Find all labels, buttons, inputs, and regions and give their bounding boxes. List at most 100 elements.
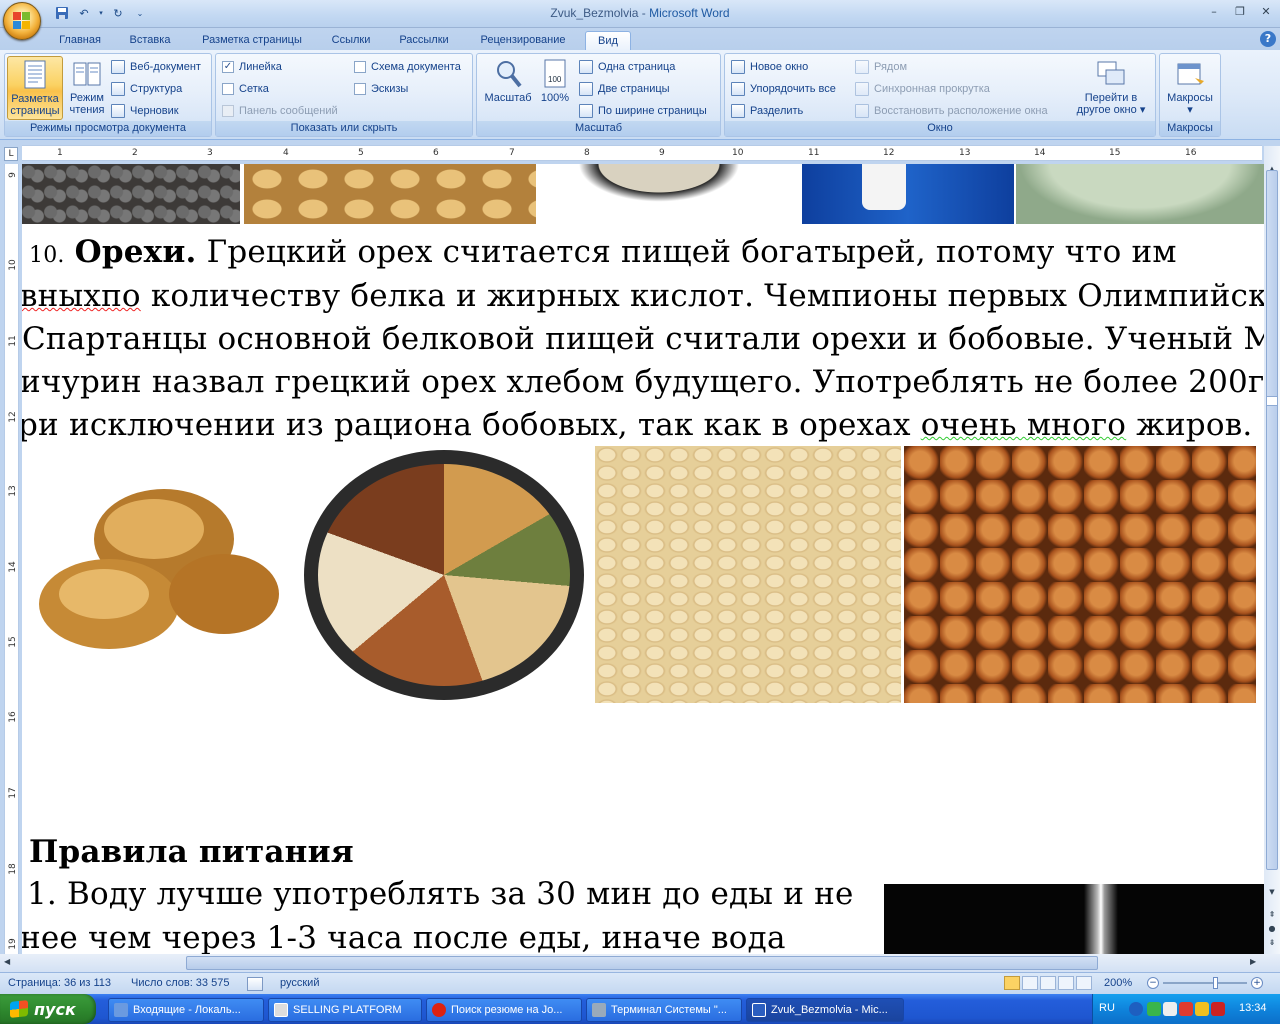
web-view-icon[interactable]	[1040, 976, 1056, 990]
app-name: Microsoft Word	[649, 6, 730, 20]
zoom-out-icon[interactable]: −	[1147, 977, 1159, 989]
macros-button[interactable]: Макросы ▾	[1162, 56, 1218, 120]
draft-view-icon[interactable]	[1076, 976, 1092, 990]
close-icon[interactable]: ✕	[1254, 2, 1278, 20]
tab-view[interactable]: Вид	[585, 31, 631, 50]
tab-review[interactable]: Рецензирование	[468, 31, 578, 50]
browse-object-icon[interactable]: ●	[1266, 924, 1278, 934]
office-logo-icon	[13, 12, 31, 30]
vertical-ruler[interactable]: 9 10 11 12 13 14 15 16 17 18 19	[4, 164, 19, 954]
word-count[interactable]: Число слов: 33 575	[131, 977, 229, 989]
tray-flag-icon[interactable]	[1195, 1002, 1209, 1016]
horizontal-ruler[interactable]: 1 2 3 4 5 6 7 8 9 10 11 12 13 14 15 16	[22, 145, 1262, 161]
reset-position-icon	[855, 104, 869, 118]
page-width-button[interactable]: По ширине страницы	[579, 102, 707, 120]
zoom-level[interactable]: 200%	[1104, 977, 1132, 989]
outline-button[interactable]: Структура	[111, 80, 182, 98]
clock: 13:34	[1239, 1002, 1267, 1014]
list-number: 10.	[29, 243, 65, 268]
image-bowl	[1016, 164, 1264, 224]
tray-arrow-icon[interactable]	[1129, 1002, 1143, 1016]
start-button[interactable]: пуск	[0, 994, 96, 1024]
proofing-icon[interactable]	[247, 977, 263, 991]
task-word[interactable]: Zvuk_Bezmolvia - Mic...	[746, 998, 904, 1022]
zoom-in-icon[interactable]: +	[1251, 977, 1263, 989]
tray-antivirus-icon[interactable]	[1179, 1002, 1193, 1016]
outline-label: Структура	[130, 83, 183, 95]
task-terminal[interactable]: Терминал Системы "...	[586, 998, 742, 1022]
thumbnails-checkbox[interactable]: Эскизы	[354, 80, 408, 98]
message-bar-box	[222, 105, 234, 117]
reading-mode-button[interactable]: Режим чтения	[65, 56, 109, 120]
page-width-label: По ширине страницы	[598, 105, 707, 117]
one-page-button[interactable]: Одна страница	[579, 58, 675, 76]
page-count[interactable]: Страница: 36 из 113	[8, 977, 111, 989]
help-icon[interactable]: ?	[1260, 31, 1276, 47]
previous-page-icon[interactable]: ⇞	[1266, 910, 1278, 920]
text-line: ичурин назвал грецкий орех хлебом будуще…	[22, 364, 1264, 400]
zoom-button[interactable]: Масштаб	[481, 56, 535, 120]
doc-map-checkbox[interactable]: Схема документа	[354, 58, 461, 76]
tab-references[interactable]: Ссылки	[322, 31, 380, 50]
tray-network-icon[interactable]	[1147, 1002, 1161, 1016]
minimize-icon[interactable]: –	[1202, 2, 1226, 20]
tab-insert[interactable]: Вставка	[120, 31, 180, 50]
grid-checkbox[interactable]: Сетка	[222, 80, 269, 98]
language[interactable]: русский	[280, 977, 319, 989]
para-nuts-line5: ри исключении из рациона бобовых, так ка…	[22, 407, 1252, 443]
grid-box	[222, 83, 234, 95]
tab-page-layout[interactable]: Разметка страницы	[190, 31, 314, 50]
zoom-thumb[interactable]	[1213, 977, 1218, 989]
document-page[interactable]: 10. Орехи. Грецкий орех считается пищей …	[22, 164, 1264, 954]
one-page-icon	[579, 60, 593, 74]
sync-scroll-icon	[855, 82, 869, 96]
task-opera[interactable]: Поиск резюме на Jo...	[426, 998, 582, 1022]
reading-mode-icon	[72, 58, 102, 90]
doc-map-box	[354, 61, 366, 73]
tab-mailings[interactable]: Рассылки	[390, 31, 458, 50]
zoom-slider[interactable]: − +	[1147, 976, 1265, 990]
full-screen-view-icon[interactable]	[1022, 976, 1038, 990]
horizontal-scroll-thumb[interactable]	[186, 956, 1098, 970]
draft-button[interactable]: Черновик	[111, 102, 179, 120]
tray-pdf-icon[interactable]	[1211, 1002, 1225, 1016]
input-language[interactable]: RU	[1099, 1002, 1115, 1014]
tab-home[interactable]: Главная	[50, 31, 110, 50]
web-layout-button[interactable]: Веб-документ	[111, 58, 201, 76]
zoom-100-button[interactable]: 100 100%	[537, 56, 573, 120]
ruler-checkbox[interactable]: ✓ Линейка	[222, 58, 282, 76]
arrange-all-icon	[731, 82, 745, 96]
opera-icon	[432, 1003, 446, 1017]
split-button[interactable]: Разделить	[731, 102, 803, 120]
sync-scroll-button: Синхронная прокрутка	[855, 80, 990, 98]
vruler-num: 19	[8, 938, 18, 950]
vruler-num: 18	[8, 863, 18, 875]
thumbnails-box	[354, 83, 366, 95]
arrange-all-button[interactable]: Упорядочить все	[731, 80, 836, 98]
tab-stop-selector[interactable]: L	[4, 147, 18, 161]
grid-label: Сетка	[239, 83, 269, 95]
office-button[interactable]	[3, 2, 41, 40]
restore-icon[interactable]: ❐	[1228, 2, 1252, 20]
next-page-icon[interactable]: ⇟	[1266, 938, 1278, 948]
task-selling-platform[interactable]: SELLING PLATFORM	[268, 998, 422, 1022]
image-hazelnuts	[904, 446, 1256, 703]
text-line: Спартанцы основной белковой пищей считал…	[22, 321, 1264, 357]
new-window-button[interactable]: Новое окно	[731, 58, 808, 76]
tray-app-icon[interactable]	[1163, 1002, 1177, 1016]
group-label-views: Режимы просмотра документа	[5, 121, 211, 136]
vertical-scroll-thumb[interactable]	[1266, 170, 1278, 870]
word-icon	[752, 1003, 766, 1017]
scroll-down-icon[interactable]: ▼	[1266, 888, 1278, 898]
ruler-num: 1	[57, 148, 63, 158]
task-label: Входящие - Локаль...	[133, 1004, 241, 1016]
outline-view-icon[interactable]	[1058, 976, 1074, 990]
scroll-right-icon[interactable]: ▶	[1250, 957, 1262, 969]
para-nuts-line1: 10. Орехи. Грецкий орех считается пищей …	[29, 234, 1177, 270]
two-pages-button[interactable]: Две страницы	[579, 80, 670, 98]
print-layout-button[interactable]: Разметка страницы	[7, 56, 63, 120]
task-inbox[interactable]: Входящие - Локаль...	[108, 998, 264, 1022]
print-layout-view-icon[interactable]	[1004, 976, 1020, 990]
scroll-left-icon[interactable]: ◀	[4, 957, 16, 969]
switch-windows-button[interactable]: Перейти в другое окно ▾	[1071, 56, 1151, 120]
